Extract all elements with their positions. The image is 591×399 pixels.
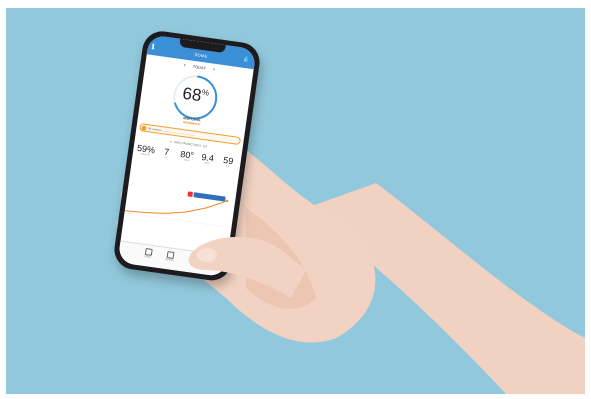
stat-item: 59 AQI	[218, 154, 239, 169]
calendar-icon	[144, 247, 153, 256]
stat-item: 59% HUMIDITY	[136, 143, 157, 158]
hand-illustration	[116, 143, 585, 394]
gauge-number: 68	[181, 83, 203, 106]
photo: ℹ SOME 💧 ‹ TODAY › 68% RISK LEVEL MODERA…	[6, 8, 585, 394]
location-pin-icon: ●	[169, 139, 173, 144]
stat-item: 80° TEMP	[177, 149, 198, 164]
nav-label: TODAY	[144, 255, 151, 259]
chart-marker	[187, 191, 194, 198]
nav-item-history[interactable]: HISTORY	[162, 251, 177, 263]
nav-item-today[interactable]: TODAY	[140, 247, 155, 259]
info-icon[interactable]: ℹ	[151, 43, 155, 51]
stat-item: 9.4 WIND	[197, 151, 218, 166]
warning-icon	[141, 125, 147, 131]
drop-icon[interactable]: 💧	[242, 56, 250, 64]
day-label: TODAY	[192, 63, 207, 71]
alert-text: Be cautious ............................…	[148, 127, 196, 137]
trend-point	[225, 199, 229, 203]
history-icon	[166, 251, 175, 259]
location-name: SAN FRANCISCO, CA	[173, 139, 208, 149]
trend-line	[124, 200, 228, 214]
nav-label: HISTORY	[164, 258, 174, 263]
trend-chart	[124, 199, 232, 228]
gauge-unit: %	[201, 87, 210, 98]
stat-item: 7 UV	[156, 146, 177, 161]
